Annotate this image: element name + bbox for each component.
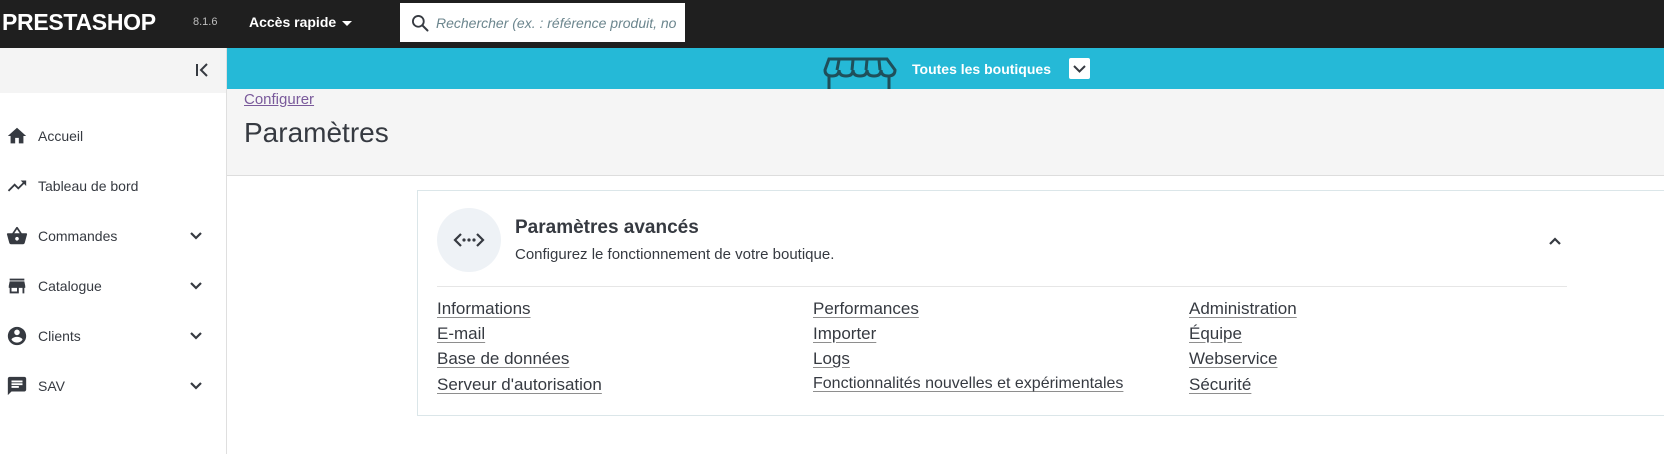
caret-down-icon: [342, 20, 353, 26]
link-logs[interactable]: Logs: [813, 349, 850, 369]
version-label: 8.1.6: [193, 16, 218, 28]
collapse-sidebar-icon[interactable]: [194, 61, 212, 79]
link-importer[interactable]: Importer: [813, 324, 876, 344]
link-email[interactable]: E-mail: [437, 324, 485, 344]
sidebar: Accueil Tableau de bord Commandes Catalo…: [0, 48, 227, 454]
store-awning-icon: [823, 57, 897, 89]
sidebar-item-commandes[interactable]: Commandes: [0, 216, 226, 256]
sidebar-item-clients[interactable]: Clients: [0, 316, 226, 356]
link-webservice[interactable]: Webservice: [1189, 349, 1278, 369]
sidebar-item-label: SAV: [38, 378, 65, 394]
chevron-down-icon[interactable]: [188, 228, 204, 244]
chevron-down-icon: [1073, 65, 1086, 73]
link-equipe[interactable]: Équipe: [1189, 324, 1242, 344]
sidebar-item-label: Catalogue: [38, 278, 102, 294]
chevron-up-icon[interactable]: [1547, 233, 1563, 249]
card-icon-circle: [437, 208, 501, 272]
search-box: [400, 3, 685, 42]
sidebar-toggle-bar: [0, 48, 226, 93]
link-fonctionnalites-experimentales[interactable]: Fonctionnalités nouvelles et expérimenta…: [813, 375, 1123, 393]
shop-selector-label: Toutes les boutiques: [912, 61, 1051, 77]
sidebar-item-accueil[interactable]: Accueil: [0, 116, 226, 156]
search-input[interactable]: [436, 3, 676, 42]
chevron-down-icon[interactable]: [188, 278, 204, 294]
sidebar-item-sav[interactable]: SAV: [0, 366, 226, 406]
account-circle-icon: [7, 326, 27, 346]
sidebar-item-label: Tableau de bord: [38, 178, 139, 194]
store-icon: [8, 278, 26, 294]
link-securite[interactable]: Sécurité: [1189, 375, 1251, 395]
prestashop-logo[interactable]: PRESTASHOP: [2, 9, 156, 36]
sidebar-item-label: Commandes: [38, 228, 118, 244]
card-divider: [437, 286, 1567, 287]
sidebar-item-catalogue[interactable]: Catalogue: [0, 266, 226, 306]
sidebar-item-tableau-de-bord[interactable]: Tableau de bord: [0, 166, 226, 206]
link-informations[interactable]: Informations: [437, 299, 531, 319]
page-header: Configurer Paramètres: [227, 89, 1664, 176]
shopping-basket-icon: [6, 226, 28, 245]
sidebar-item-label: Accueil: [38, 128, 84, 144]
breadcrumb-configurer[interactable]: Configurer: [244, 91, 314, 108]
advanced-settings-card: Paramètres avancés Configurez le fonctio…: [417, 190, 1664, 416]
chat-icon: [7, 376, 27, 396]
chevron-down-icon[interactable]: [188, 328, 204, 344]
shop-selector-dropdown[interactable]: [1069, 58, 1090, 79]
page-title: Paramètres: [244, 117, 389, 148]
link-performances[interactable]: Performances: [813, 299, 919, 319]
search-icon[interactable]: [410, 13, 430, 33]
code-arrows-icon: [453, 233, 485, 247]
sidebar-item-label: Clients: [38, 328, 81, 344]
trending-up-icon: [7, 180, 27, 192]
card-subtitle: Configurez le fonctionnement de votre bo…: [515, 246, 835, 263]
shop-context-bar: Toutes les boutiques: [227, 48, 1664, 89]
quick-access-label: Accès rapide: [249, 14, 337, 30]
home-icon: [7, 127, 27, 144]
link-administration[interactable]: Administration: [1189, 299, 1297, 319]
chevron-down-icon[interactable]: [188, 378, 204, 394]
quick-access-menu[interactable]: Accès rapide: [249, 14, 353, 30]
link-serveur-autorisation[interactable]: Serveur d'autorisation: [437, 375, 602, 395]
top-header: PRESTASHOP 8.1.6 Accès rapide: [0, 0, 1664, 48]
card-title: Paramètres avancés: [515, 217, 699, 238]
link-base-de-donnees[interactable]: Base de données: [437, 349, 569, 369]
